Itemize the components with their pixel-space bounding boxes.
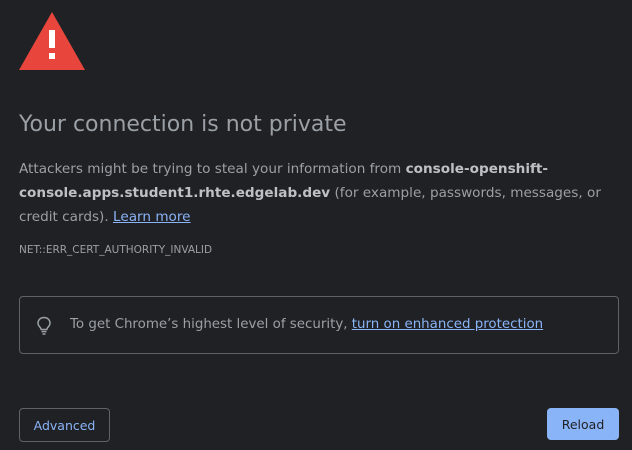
warning-triangle-icon xyxy=(19,12,85,70)
interstitial-page: Your connection is not private Attackers… xyxy=(0,0,632,450)
enhanced-protection-link[interactable]: turn on enhanced protection xyxy=(352,317,543,332)
advanced-button[interactable]: Advanced xyxy=(19,408,110,442)
explanation-intro: Attackers might be trying to steal your … xyxy=(19,161,406,177)
lightbulb-icon xyxy=(37,316,51,335)
page-title: Your connection is not private xyxy=(19,112,347,137)
enhanced-protection-box: To get Chrome’s highest level of securit… xyxy=(19,296,619,354)
learn-more-link[interactable]: Learn more xyxy=(113,209,191,225)
explanation-paragraph: Attackers might be trying to steal your … xyxy=(19,157,609,229)
reload-button[interactable]: Reload xyxy=(547,408,619,440)
enhanced-protection-label: To get Chrome’s highest level of securit… xyxy=(70,317,352,332)
error-code: NET::ERR_CERT_AUTHORITY_INVALID xyxy=(19,244,213,256)
enhanced-protection-text: To get Chrome’s highest level of securit… xyxy=(70,317,543,332)
